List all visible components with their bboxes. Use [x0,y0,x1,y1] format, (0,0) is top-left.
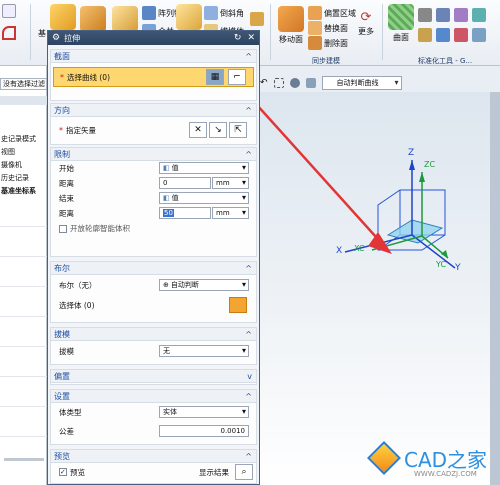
sketch-section-icon[interactable]: ▦ [206,69,224,85]
reset-icon[interactable]: ↻ [234,33,242,43]
preview-checkbox[interactable] [59,468,67,476]
reverse-direction-icon[interactable]: ✕ [189,122,207,138]
chevron-up-icon[interactable]: ^ [245,52,256,61]
body-type-row: 体类型 实体 ▾ [51,403,256,422]
tolerance-input[interactable]: 0.0010 [159,425,249,437]
yc-arrow [441,250,448,258]
chevron-down-icon: ▾ [241,163,246,172]
extrude-dialog: ⚙ 拉伸 ↻ ✕ 截面 ^ * 选择曲线 (0) ▦ ⌐ 方向 ^ * 指定矢量 ✕… [47,30,260,485]
boolean-icon: ⊕ [163,281,169,289]
end-type-dropdown[interactable]: ◧ 值 ▾ [159,192,249,204]
logo-diamond [367,441,401,475]
body-type-dropdown[interactable]: 实体 ▾ [159,406,249,418]
axis-label-z: Z [408,148,415,158]
axis-label-zc: ZC [424,160,436,169]
chevron-down-icon: ▾ [241,407,246,416]
specify-vector-row[interactable]: * 指定矢量 ✕ ↘ ⇱ [51,117,256,143]
limits-panel: 限制 ^ 开始 ◧ 值 ▾ 距离 0 mm ▾ 结束 ◧ 值 ▾ 距离 50 mm ▾ 开放轮… [50,147,257,257]
settings-header[interactable]: 设置 ^ [51,390,256,403]
axis-label-xc: XC [354,244,365,253]
start-row: 开始 ◧ 值 ▾ [51,161,256,176]
chevron-up-icon[interactable]: ^ [245,150,256,159]
direction-header[interactable]: 方向 ^ [51,104,256,117]
chevron-down-icon: ▾ [241,193,246,202]
section-header[interactable]: 截面 ^ [51,50,256,63]
chevron-down-icon: ▾ [241,280,246,289]
boolean-row: 布尔（无） ⊕ 自动判断 ▾ [51,275,256,295]
end-distance-row: 距离 50 mm ▾ [51,206,256,221]
curve-select-icon[interactable]: ⌐ [228,69,246,85]
preview-header[interactable]: 预览 ^ [51,450,256,463]
chevron-up-icon[interactable]: ^ [245,264,256,273]
chevron-down-icon[interactable]: v [247,372,256,381]
chevron-up-icon[interactable]: ^ [245,392,256,401]
end-unit-dropdown[interactable]: mm ▾ [212,207,249,219]
select-body-row[interactable]: 选择体 (0) [51,295,256,315]
watermark-brand: CAD之家 [404,448,488,472]
magnifier-icon[interactable]: ⌕ [235,464,253,480]
offset-header[interactable]: 偏置 v [51,370,256,383]
draft-header[interactable]: 拔模 ^ [51,328,256,341]
axis-label-yc: YC [436,260,447,269]
inferred-vector-icon[interactable]: ⇱ [229,122,247,138]
body-cube-icon[interactable] [229,297,247,313]
logo-icon [366,441,402,480]
required-star-icon: * [60,72,64,82]
chevron-down-icon: ▾ [241,346,246,355]
start-type-dropdown[interactable]: ◧ 值 ▾ [159,162,249,174]
boolean-header[interactable]: 布尔 ^ [51,262,256,275]
direction-panel: 方向 ^ * 指定矢量 ✕ ↘ ⇱ [50,103,257,145]
open-profile-checkbox[interactable] [59,224,67,233]
chevron-up-icon[interactable]: ^ [245,106,256,115]
required-star-icon: * [59,125,63,135]
tolerance-row: 公差 0.0010 [51,422,256,441]
draft-row: 拔模 无 ▾ [51,341,256,361]
select-curve-row[interactable]: * 选择曲线 (0) ▦ ⌐ [53,67,254,87]
show-result-label: 显示结果 [199,467,229,477]
open-profile-row[interactable]: 开放轮廓智能体积 [51,221,256,236]
boolean-panel: 布尔 ^ 布尔（无） ⊕ 自动判断 ▾ 选择体 (0) [50,261,257,323]
preview-row: 预览 显示结果 ⌕ [51,463,256,481]
gear-icon[interactable]: ⚙ [52,33,60,43]
start-distance-input[interactable]: 0 [159,177,211,189]
value-icon: ◧ [163,164,170,172]
y-axis [411,234,456,269]
watermark-logo: CAD之家 WWW.CADZJ.COM [366,440,500,485]
draft-panel: 拔模 ^ 拔模 无 ▾ [50,327,257,365]
limits-header[interactable]: 限制 ^ [51,148,256,161]
chevron-down-icon: ▾ [241,178,246,187]
dialog-titlebar: ⚙ 拉伸 ↻ ✕ [48,31,259,45]
offset-panel: 偏置 v [50,369,257,385]
boolean-dropdown[interactable]: ⊕ 自动判断 ▾ [159,279,249,291]
draft-dropdown[interactable]: 无 ▾ [159,345,249,357]
vector-dialog-icon[interactable]: ↘ [209,122,227,138]
chevron-up-icon[interactable]: ^ [245,330,256,339]
end-row: 结束 ◧ 值 ▾ [51,191,256,206]
dialog-title: 拉伸 [64,33,81,43]
chevron-down-icon: ▾ [241,208,246,217]
settings-panel: 设置 ^ 体类型 实体 ▾ 公差 0.0010 [50,389,257,445]
zc-arrow [419,172,425,182]
start-unit-dropdown[interactable]: mm ▾ [212,177,249,189]
start-distance-row: 距离 0 mm ▾ [51,176,256,191]
watermark-url: WWW.CADZJ.COM [414,470,477,478]
axis-label-x: X [336,246,343,256]
preview-panel: 预览^ 预览 显示结果 ⌕ [50,449,257,484]
end-distance-input[interactable]: 50 [159,207,211,219]
z-arrow [409,160,415,170]
section-panel: 截面 ^ * 选择曲线 (0) ▦ ⌐ [50,49,257,101]
chevron-up-icon[interactable]: ^ [245,452,256,461]
value-icon: ◧ [163,194,170,202]
axis-label-y: Y [455,263,461,273]
close-icon[interactable]: ✕ [247,33,255,43]
